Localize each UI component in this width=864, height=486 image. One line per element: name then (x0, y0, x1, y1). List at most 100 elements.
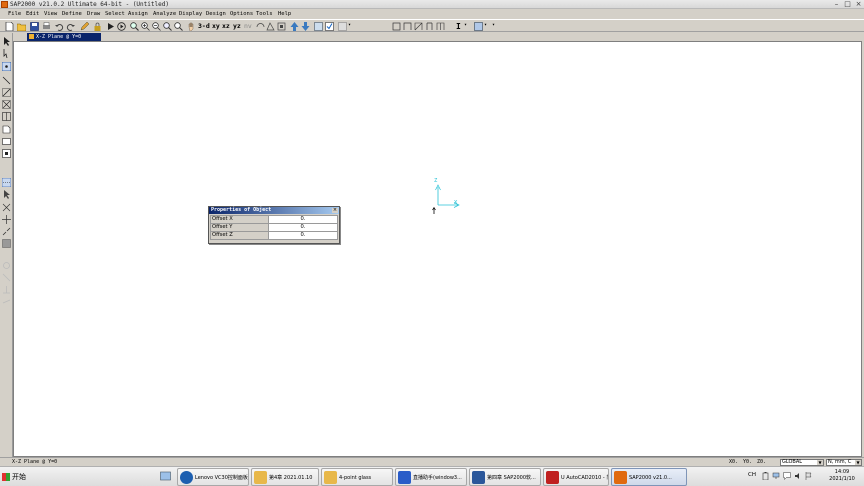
perspective-icon[interactable] (266, 22, 275, 31)
quick-area-icon[interactable] (2, 149, 11, 158)
taskbar-item-chapter4-folder[interactable]: 第4章 2021.01.10 (251, 468, 319, 486)
menu-options[interactable]: Options (230, 11, 253, 17)
select-all-icon[interactable] (2, 178, 11, 187)
draw-rect-area-icon[interactable] (2, 137, 11, 146)
clear-selection-icon[interactable] (2, 227, 11, 236)
area-section-icon[interactable] (474, 22, 483, 31)
move-down-icon[interactable] (301, 22, 310, 31)
zoom-restore-icon[interactable] (163, 22, 172, 31)
intersect-line-icon[interactable] (2, 203, 11, 212)
maximize-button[interactable]: □ (843, 1, 852, 8)
draw-secondary-icon[interactable] (2, 112, 11, 121)
draw-brace-icon[interactable] (2, 100, 11, 109)
rotate-3d-icon[interactable] (256, 22, 265, 31)
tab-xz-plane[interactable]: X-Z Plane @ Y=0 (27, 33, 101, 41)
assign-dropdown-icon[interactable] (338, 22, 347, 31)
minimize-button[interactable]: – (832, 1, 841, 8)
chevron-down-icon[interactable]: ▾ (484, 22, 487, 28)
system-clock[interactable]: 14:09 2021/1/10 (824, 469, 860, 483)
column-frame-icon[interactable] (425, 22, 434, 31)
lock-icon[interactable] (93, 22, 102, 31)
pan-hand-icon[interactable] (187, 22, 196, 31)
zoom-out-icon[interactable] (152, 22, 161, 31)
taskbar-item-stream-assistant[interactable]: 直播助手(window3... (395, 468, 467, 486)
set-display-icon[interactable] (314, 22, 323, 31)
close-button[interactable]: × (854, 1, 863, 8)
pointer-icon[interactable] (2, 37, 11, 46)
chevron-down-icon[interactable]: ▾ (464, 22, 467, 28)
bay-frame-icon[interactable] (436, 22, 445, 31)
sap2000-app-icon[interactable] (1, 1, 8, 8)
zoom-in-icon[interactable] (141, 22, 150, 31)
menu-select[interactable]: Select (105, 11, 125, 17)
taskbar-item-word-document[interactable]: 第四章 SAP2000软... (469, 468, 541, 486)
chat-icon[interactable] (783, 472, 791, 480)
menu-assign[interactable]: Assign (128, 11, 148, 17)
run-now-icon[interactable] (117, 22, 126, 31)
view-nv-button[interactable]: nv (244, 22, 252, 30)
menu-help[interactable]: Help (278, 11, 291, 17)
move-up-icon[interactable] (290, 22, 299, 31)
menu-define[interactable]: Define (62, 11, 82, 17)
undo-icon[interactable] (55, 22, 64, 31)
menu-draw[interactable]: Draw (87, 11, 100, 17)
menu-file[interactable]: File (8, 11, 21, 17)
input-language-indicator[interactable]: CH (748, 472, 756, 478)
menu-design[interactable]: Design (206, 11, 226, 17)
offset-y-field[interactable]: 0. (268, 223, 338, 232)
new-file-icon[interactable] (5, 22, 14, 31)
select-pointer-icon[interactable] (2, 190, 11, 199)
get-previous-icon[interactable] (2, 215, 11, 224)
chevron-down-icon[interactable]: ▾ (492, 22, 495, 28)
show-desktop-icon[interactable] (160, 471, 171, 482)
taskbar-item-4-point-glass[interactable]: 4-point glass (321, 468, 393, 486)
model-view-canvas[interactable]: Z X (13, 41, 862, 457)
open-folder-icon[interactable] (17, 22, 26, 31)
print-icon[interactable] (42, 22, 51, 31)
taskbar-item-label: 第4章 2021.01.10 (269, 475, 313, 481)
battery-icon[interactable] (762, 472, 769, 480)
check-box-icon[interactable] (325, 22, 334, 31)
view-3d-button[interactable]: 3-d (198, 22, 210, 30)
menu-display[interactable]: Display (179, 11, 202, 17)
run-analysis-icon[interactable] (106, 22, 115, 31)
view-xy-button[interactable]: xy (212, 22, 220, 30)
save-icon[interactable] (30, 22, 39, 31)
taskbar-item-autocad[interactable]: U AutoCAD2010 - 简... (543, 468, 609, 486)
section-i-icon[interactable]: I (456, 22, 461, 31)
offset-z-field[interactable]: 0. (268, 231, 338, 240)
snap-point-icon[interactable] (2, 239, 11, 248)
menu-tools[interactable]: Tools (256, 11, 273, 17)
view-xz-button[interactable]: xz (222, 22, 230, 30)
portal-frame-icon[interactable] (403, 22, 412, 31)
flag-icon[interactable] (805, 472, 813, 480)
reshape-icon[interactable] (2, 49, 11, 58)
coordinate-system-select[interactable]: GLOBAL ▼ (780, 459, 824, 466)
dialog-close-icon[interactable]: × (332, 208, 338, 213)
draw-area-icon[interactable] (2, 125, 11, 134)
shrink-objects-icon[interactable] (277, 22, 286, 31)
draw-line-icon[interactable] (2, 76, 11, 85)
quick-line-icon[interactable] (2, 88, 11, 97)
network-icon[interactable] (772, 472, 780, 480)
start-button[interactable]: 开始 (1, 470, 26, 484)
chevron-down-icon[interactable]: ▾ (348, 22, 351, 28)
x-axis-label: X (454, 200, 458, 206)
menu-analyze[interactable]: Analyze (153, 11, 176, 17)
volume-icon[interactable] (794, 472, 802, 480)
zoom-step-icon[interactable] (174, 22, 183, 31)
pencil-icon[interactable] (80, 22, 89, 31)
draw-frame-icon[interactable] (392, 22, 401, 31)
offset-x-field[interactable]: 0. (268, 215, 338, 224)
offset-z-label: Offset Z (210, 231, 269, 240)
menu-view[interactable]: View (44, 11, 57, 17)
redo-icon[interactable] (66, 22, 75, 31)
draw-joint-icon[interactable] (2, 62, 11, 71)
braced-frame-icon[interactable] (414, 22, 423, 31)
view-yz-button[interactable]: yz (233, 22, 241, 30)
zoom-window-icon[interactable] (130, 22, 139, 31)
menu-edit[interactable]: Edit (26, 11, 39, 17)
taskbar-item-lenovo[interactable]: Lenovo VC30控制面板 (177, 468, 249, 486)
taskbar-item-sap2000[interactable]: SAP2000 v21.0... (611, 468, 687, 486)
units-select[interactable]: N, mm, C ▼ (826, 459, 862, 466)
